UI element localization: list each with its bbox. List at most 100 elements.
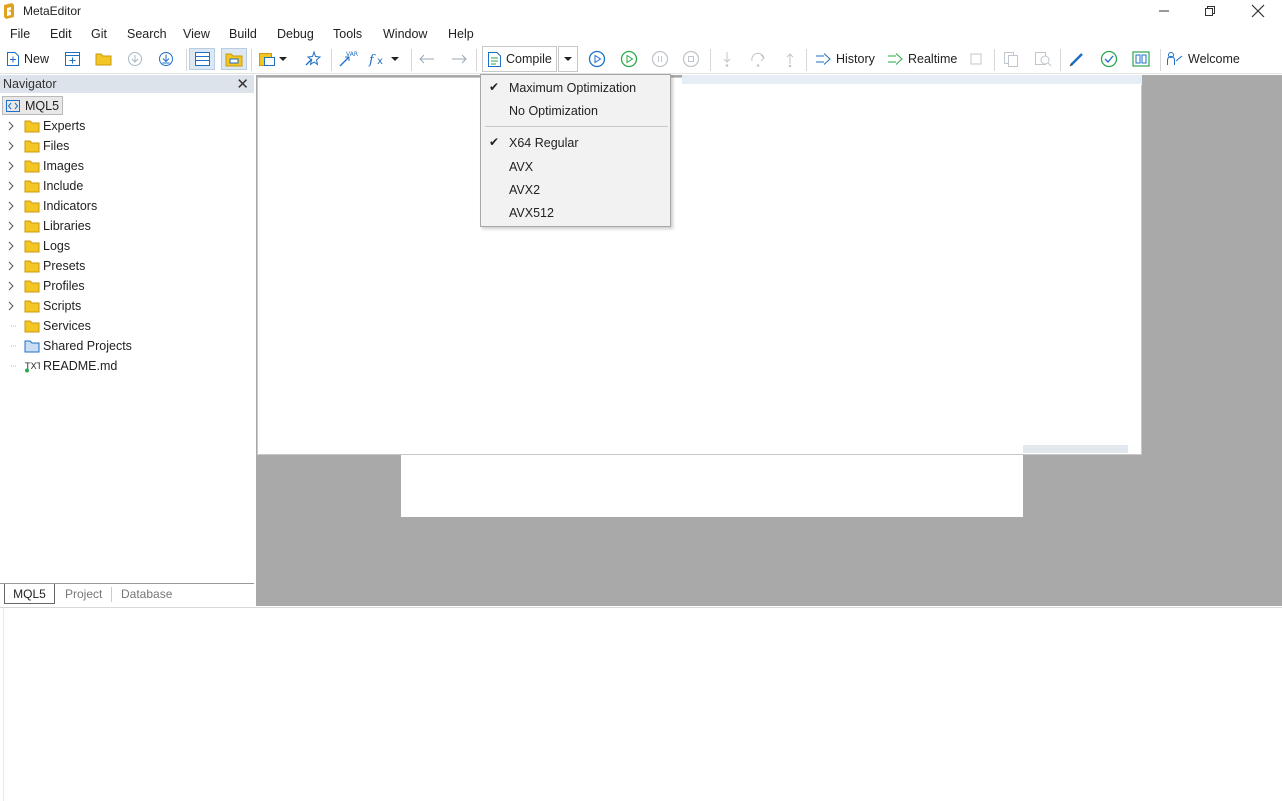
menu-item-avx2[interactable]: AVX2 [481, 179, 670, 201]
menu-tools[interactable]: Tools [333, 25, 362, 43]
tree-item-logs[interactable]: Logs [6, 236, 70, 256]
chevron-right-icon[interactable] [6, 201, 16, 211]
tree-item-libraries[interactable]: Libraries [6, 216, 91, 236]
tree-line-icon [11, 365, 16, 367]
pause-debug-button[interactable] [651, 48, 669, 70]
menu-item-x64-regular[interactable]: ✔ X64 Regular [481, 132, 670, 154]
open-button[interactable] [95, 48, 112, 70]
navigator-close-button[interactable]: ✕ [236, 75, 249, 93]
tree-item-indicators[interactable]: Indicators [6, 196, 97, 216]
folder-icon [24, 300, 40, 313]
insert-variable-button[interactable]: VAR [337, 48, 359, 70]
stop-profiling-button[interactable] [968, 48, 984, 70]
toolbox-folder-icon [225, 53, 243, 66]
menu-view[interactable]: View [183, 25, 210, 43]
chevron-right-icon[interactable] [6, 301, 16, 311]
tree-item-shared-projects[interactable]: Shared Projects [6, 336, 132, 356]
new-label: New [24, 52, 50, 66]
chevron-right-icon[interactable] [6, 221, 16, 231]
toolbar-separator [251, 49, 252, 71]
menu-help[interactable]: Help [448, 25, 474, 43]
welcome-button[interactable]: Welcome [1166, 48, 1240, 70]
start-debug-history-button[interactable] [588, 48, 606, 70]
menu-file[interactable]: File [10, 25, 30, 43]
menu-item-no-optimization[interactable]: No Optimization [481, 100, 670, 122]
menu-item-maximum-optimization[interactable]: ✔ Maximum Optimization [481, 77, 670, 99]
chevron-right-icon[interactable] [6, 261, 16, 271]
pause-circle-icon [651, 50, 669, 68]
new-project-button[interactable] [64, 48, 81, 70]
tree-item-label: Profiles [43, 279, 85, 293]
tree-item-presets[interactable]: Presets [6, 256, 85, 276]
start-debug-button[interactable] [620, 48, 638, 70]
tab-project[interactable]: Project [65, 584, 102, 604]
toolbar-separator [186, 49, 187, 71]
folder-icon [24, 220, 40, 233]
navigate-back-button[interactable] [418, 48, 436, 70]
cloud-protector-button[interactable] [1099, 48, 1119, 70]
save-button[interactable] [127, 48, 143, 70]
toolbox-toggle-button[interactable] [221, 48, 247, 70]
menu-debug[interactable]: Debug [277, 25, 314, 43]
tree-item-scripts[interactable]: Scripts [6, 296, 81, 316]
tree-root-mql5[interactable]: MQL5 [2, 96, 64, 115]
tree-item-files[interactable]: Files [6, 136, 69, 156]
svg-text:x: x [377, 56, 383, 67]
step-over-button[interactable] [749, 48, 767, 70]
save-icon [128, 52, 142, 66]
chevron-right-icon[interactable] [6, 141, 16, 151]
styler-button[interactable] [1068, 48, 1086, 70]
menu-item-avx512[interactable]: AVX512 [481, 202, 670, 224]
trading-platform-button[interactable] [1131, 48, 1151, 70]
minimize-button[interactable] [1141, 0, 1187, 22]
magnifier-doc-icon [1035, 52, 1052, 67]
chevron-right-icon[interactable] [6, 281, 16, 291]
menu-item-avx[interactable]: AVX [481, 156, 670, 178]
history-button[interactable]: History [814, 48, 875, 70]
tab-mql5[interactable]: MQL5 [4, 584, 55, 604]
chevron-right-icon[interactable] [6, 121, 16, 131]
inspect-button[interactable] [1033, 48, 1053, 70]
tree-item-services[interactable]: Services [6, 316, 91, 336]
paste-dropdown-button[interactable] [258, 48, 288, 70]
save-all-button[interactable] [158, 48, 174, 70]
menu-edit[interactable]: Edit [50, 25, 72, 43]
document-window[interactable] [257, 77, 1142, 455]
stop-circle-icon [682, 50, 700, 68]
tree-item-label: Images [43, 159, 84, 173]
menu-window[interactable]: Window [383, 25, 427, 43]
tree-item-images[interactable]: Images [6, 156, 84, 176]
step-out-button[interactable] [783, 48, 797, 70]
menu-git[interactable]: Git [91, 25, 107, 43]
tree-item-readme-md[interactable]: TXT README.md [6, 356, 117, 376]
toolbar-separator [476, 49, 477, 71]
chevron-right-icon[interactable] [6, 181, 16, 191]
stop-debug-button[interactable] [682, 48, 700, 70]
tree-item-profiles[interactable]: Profiles [6, 276, 85, 296]
restore-button[interactable] [1187, 0, 1233, 22]
window-title: MetaEditor [23, 4, 82, 18]
compile-button[interactable]: Compile [482, 46, 557, 72]
document-window-lower[interactable] [401, 455, 1023, 517]
toolbox-panel [0, 607, 1282, 801]
close-window-button[interactable] [1235, 0, 1281, 22]
go-to-definition-button[interactable] [303, 48, 323, 70]
new-button[interactable]: New [6, 48, 49, 70]
menu-search[interactable]: Search [127, 25, 167, 43]
insert-function-dropdown[interactable]: fx [368, 48, 400, 70]
tree-item-experts[interactable]: Experts [6, 116, 85, 136]
chevron-right-icon[interactable] [6, 241, 16, 251]
chevron-right-icon[interactable] [6, 161, 16, 171]
navigator-toggle-button[interactable] [189, 48, 215, 70]
menu-build[interactable]: Build [229, 25, 257, 43]
chevron-down-icon [564, 57, 572, 61]
tab-database[interactable]: Database [121, 584, 172, 604]
step-into-button[interactable] [720, 48, 734, 70]
tree-item-include[interactable]: Include [6, 176, 83, 196]
realtime-button[interactable]: Realtime [886, 48, 957, 70]
compare-button[interactable] [1002, 48, 1020, 70]
toolbar-separator [1060, 49, 1061, 71]
tree-item-label: Libraries [43, 219, 91, 233]
compile-options-dropdown[interactable] [558, 46, 578, 72]
navigate-forward-button[interactable] [450, 48, 468, 70]
